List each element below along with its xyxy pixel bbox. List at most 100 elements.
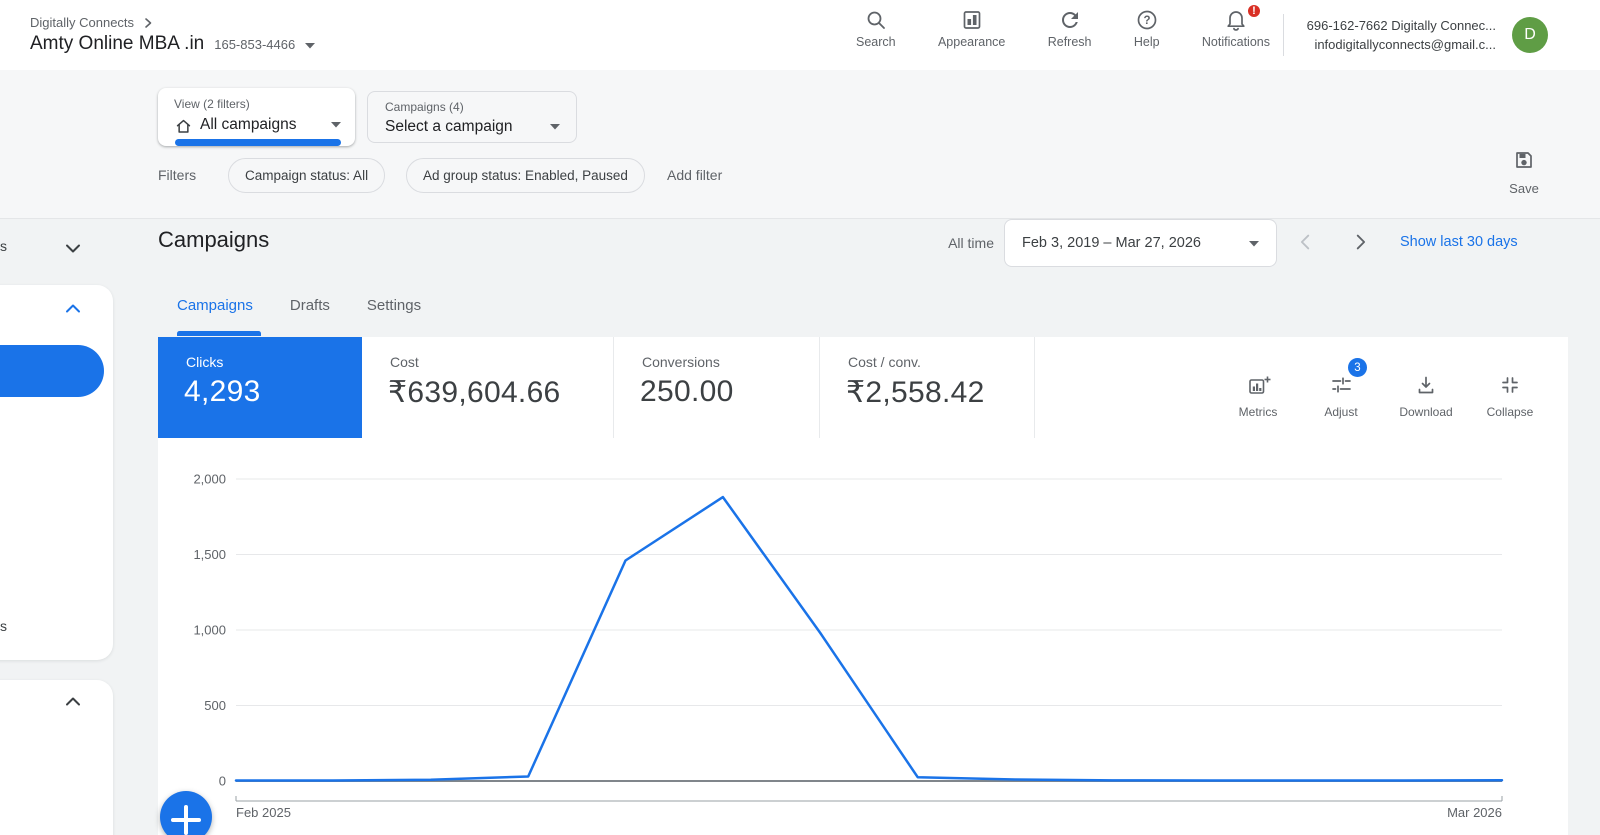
previous-period-chevron-icon[interactable]: [1295, 231, 1317, 253]
refresh-button[interactable]: Refresh: [1048, 8, 1092, 49]
svg-text:0: 0: [219, 774, 226, 789]
profile-menu[interactable]: 696-162-7662 Digitally Connec... infodig…: [1307, 16, 1496, 54]
svg-text:2,000: 2,000: [193, 472, 226, 487]
svg-text:Mar 2026: Mar 2026: [1447, 805, 1502, 820]
add-filter-button[interactable]: Add filter: [667, 167, 722, 183]
collapse-button[interactable]: Collapse: [1475, 367, 1545, 429]
notifications-button[interactable]: ! Notifications: [1201, 3, 1270, 49]
metrics-label: Metrics: [1238, 405, 1278, 419]
tab-settings[interactable]: Settings: [367, 297, 421, 314]
refresh-label: Refresh: [1047, 35, 1092, 49]
appearance-label: Appearance: [937, 35, 1006, 49]
adjust-sliders-icon: [1332, 377, 1351, 393]
google-ads-campaigns-page: Digitally Connects Amty Online MBA .in 1…: [0, 0, 1600, 835]
refresh-icon: [1061, 12, 1078, 28]
sidebar-clipped-label-bottom: s: [0, 618, 7, 634]
campaign-select-dropdown[interactable]: Campaigns (4) Select a campaign: [367, 91, 577, 143]
view-active-indicator: [175, 139, 341, 146]
breadcrumb-account-name[interactable]: Digitally Connects: [30, 15, 134, 30]
header-nav: Search Appearance Refresh ? Help ! Notif…: [856, 3, 1270, 49]
notifications-label: Notifications: [1201, 35, 1270, 49]
sidebar-section-chevron-down-icon[interactable]: [61, 236, 85, 260]
profile-email-line: infodigitallyconnects@gmail.c...: [1314, 37, 1496, 52]
search-button[interactable]: Search: [856, 8, 896, 49]
metrics-button[interactable]: Metrics: [1223, 367, 1293, 429]
download-label: Download: [1399, 405, 1453, 419]
sub-tabs: Campaigns Drafts Settings: [177, 297, 421, 314]
sidebar-clipped-label-top: s: [0, 238, 7, 254]
tab-drafts[interactable]: Drafts: [290, 297, 330, 314]
sidebar-selected-item[interactable]: [0, 345, 104, 397]
view-caret-icon: [331, 122, 341, 128]
scorecard-conversions-value: 250.00: [640, 375, 734, 408]
scorecard-cost-per-conv-label: Cost / conv.: [848, 354, 921, 370]
date-range-caret-icon: [1249, 240, 1259, 246]
breadcrumb[interactable]: Digitally Connects: [30, 15, 154, 30]
time-scope-label: All time: [948, 235, 994, 251]
scorecard-clicks[interactable]: Clicks 4,293: [158, 337, 362, 438]
svg-text:500: 500: [204, 698, 226, 713]
appearance-button[interactable]: Appearance: [938, 8, 1005, 49]
scorecard-cost[interactable]: Cost ₹639,604.66: [362, 337, 614, 438]
scorecard-cost-value: ₹639,604.66: [388, 376, 561, 409]
scorecard-clicks-label: Clicks: [186, 354, 224, 370]
date-range-picker[interactable]: Feb 3, 2019 – Mar 27, 2026: [1004, 219, 1277, 267]
campaign-caret-icon: [550, 124, 560, 130]
help-button[interactable]: ? Help: [1134, 8, 1160, 49]
download-button[interactable]: Download: [1391, 367, 1461, 429]
collapse-label: Collapse: [1486, 405, 1534, 419]
scorecard-conversions-label: Conversions: [642, 354, 720, 370]
breadcrumb-chevron-icon: [145, 17, 152, 28]
avatar[interactable]: D: [1512, 17, 1548, 53]
notification-alert-badge: !: [1246, 3, 1262, 19]
account-id: 165-853-4466: [214, 37, 296, 52]
scorecard-cost-per-conv-value: ₹2,558.42: [846, 376, 985, 409]
save-button[interactable]: Save: [1500, 148, 1548, 196]
collapse-icon: [1502, 377, 1518, 393]
filters-label: Filters: [158, 167, 197, 183]
svg-text:1,000: 1,000: [193, 623, 226, 638]
appearance-icon: [963, 11, 981, 29]
notifications-label-help: Help: [1133, 35, 1160, 49]
show-last-30-days-link[interactable]: Show last 30 days: [1400, 234, 1518, 250]
tab-campaigns[interactable]: Campaigns: [177, 297, 253, 314]
search-label: Search: [856, 35, 896, 49]
scorecard-cost-per-conv[interactable]: Cost / conv. ₹2,558.42: [820, 337, 1035, 438]
top-bar: Digitally Connects Amty Online MBA .in 1…: [0, 0, 1600, 70]
filter-chip-campaign-status[interactable]: Campaign status: All: [228, 158, 386, 193]
active-tab-indicator: [177, 331, 261, 336]
plus-icon-bar: [171, 818, 201, 822]
home-icon: [176, 119, 191, 133]
account-switcher[interactable]: Amty Online MBA .in 165-853-4466: [30, 33, 316, 55]
view-value: All campaigns: [200, 116, 297, 133]
search-icon: [867, 11, 885, 29]
view-filter-dropdown[interactable]: View (2 filters) All campaigns: [158, 88, 355, 146]
header-divider: [1283, 14, 1284, 56]
save-floppy-icon: [1516, 152, 1532, 168]
sidebar-secondary-chevron-up-icon[interactable]: [61, 690, 85, 714]
chart-panel: Clicks 4,293 Cost ₹639,604.66 Conversion…: [158, 337, 1568, 835]
sidebar-collapse-chevron-up-icon[interactable]: [61, 297, 85, 321]
next-period-chevron-icon[interactable]: [1349, 231, 1371, 253]
scorecard-conversions[interactable]: Conversions 250.00: [614, 337, 820, 438]
scorecard-clicks-value: 4,293: [184, 375, 261, 408]
filter-chip-ad-group-status[interactable]: Ad group status: Enabled, Paused: [406, 158, 645, 193]
page-title: Campaigns: [158, 227, 270, 252]
help-icon: ?: [1137, 10, 1157, 30]
svg-text:Feb 2025: Feb 2025: [236, 805, 291, 820]
profile-account-line: 696-162-7662 Digitally Connec...: [1306, 18, 1496, 33]
clicks-over-time-chart[interactable]: 0 500 1,000 1,500 2,000 Feb 2025 Mar 2026: [158, 438, 1568, 835]
adjust-label: Adjust: [1324, 405, 1358, 419]
campaign-select-caption: Campaigns (4): [385, 100, 464, 114]
notifications-bell-icon: [1227, 11, 1245, 31]
adjust-button[interactable]: 3 Adjust: [1306, 358, 1376, 429]
save-label: Save: [1509, 181, 1539, 196]
campaign-select-value: Select a campaign: [385, 118, 513, 135]
account-name: Amty Online MBA .in: [30, 33, 205, 54]
scorecard-cost-label: Cost: [390, 354, 419, 370]
date-range-value: Feb 3, 2019 – Mar 27, 2026: [1022, 235, 1201, 251]
metrics-chart-icon: [1249, 376, 1271, 394]
svg-text:?: ?: [1143, 15, 1150, 27]
account-caret-icon: [305, 43, 316, 49]
create-fab-button[interactable]: [160, 791, 212, 835]
